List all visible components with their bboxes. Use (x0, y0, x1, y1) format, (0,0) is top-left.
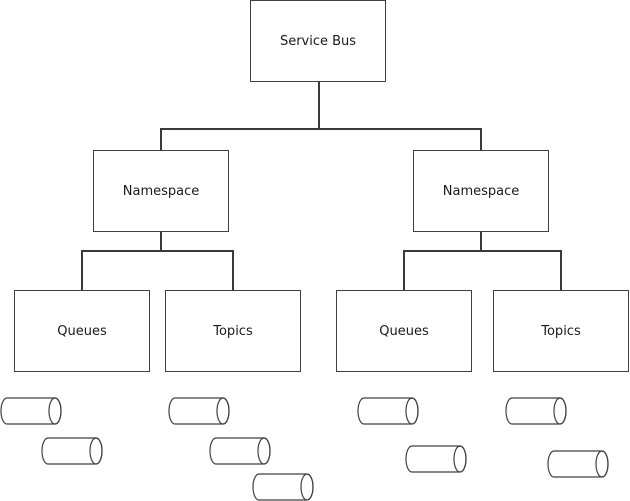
queue-cylinder-icon (0, 397, 62, 425)
topic-cylinder-icon (547, 450, 609, 478)
connector-ns1-branch (81, 250, 234, 252)
connector-ns2-down (480, 231, 482, 251)
service-bus-node: Service Bus (250, 0, 386, 82)
topic-cylinder-icon (252, 473, 314, 501)
connector-ns2-queues (403, 250, 405, 290)
service-bus-label: Service Bus (279, 33, 357, 49)
topic-cylinder-icon (209, 437, 271, 465)
connector-ns1-down (160, 231, 162, 251)
connector-ns2-up (480, 128, 482, 150)
connector-ns1-topics (232, 250, 234, 290)
queues-node-1: Queues (14, 290, 150, 372)
connector-ns1-up (160, 128, 162, 150)
topics-label: Topics (541, 323, 581, 339)
queue-cylinder-icon (405, 445, 467, 473)
topic-cylinder-icon (505, 397, 567, 425)
topics-label: Topics (213, 323, 253, 339)
topic-cylinder-icon (168, 397, 230, 425)
topics-node-1: Topics (165, 290, 301, 372)
connector-ns2-branch (403, 250, 562, 252)
connector-root-branch (160, 128, 481, 130)
connector-root-down (318, 81, 320, 129)
queues-label: Queues (379, 323, 429, 339)
connector-ns2-topics (560, 250, 562, 290)
queues-node-2: Queues (336, 290, 472, 372)
queues-label: Queues (57, 323, 107, 339)
connector-ns1-queues (81, 250, 83, 290)
queue-cylinder-icon (357, 397, 419, 425)
queue-cylinder-icon (41, 437, 103, 465)
namespace-node-2: Namespace (413, 150, 549, 232)
namespace-label: Namespace (122, 183, 200, 199)
namespace-node-1: Namespace (93, 150, 229, 232)
namespace-label: Namespace (442, 183, 520, 199)
topics-node-2: Topics (493, 290, 629, 372)
